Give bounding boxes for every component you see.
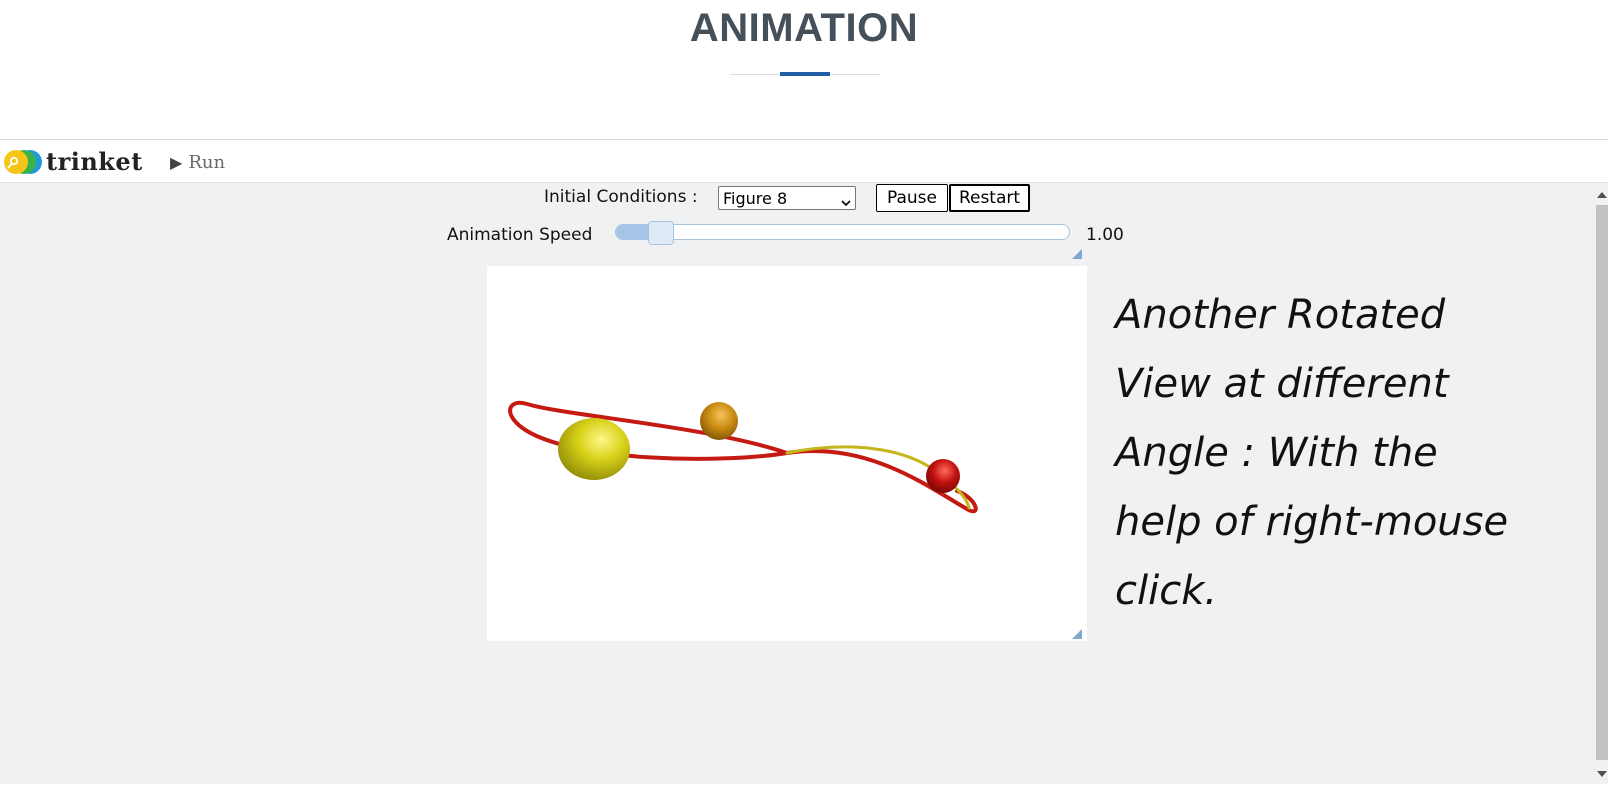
caption-line: click.: [1115, 568, 1218, 614]
run-label: Run: [188, 151, 226, 173]
controls-row: Initial Conditions : Figure 8 Pause Rest…: [0, 183, 1578, 213]
pause-button[interactable]: Pause: [876, 184, 948, 212]
slider-handle[interactable]: [648, 221, 675, 245]
caption-text: Another Rotated View at different Angle …: [1115, 281, 1585, 626]
trinket-output-area: Initial Conditions : Figure 8 Pause Rest…: [0, 183, 1578, 784]
animation-speed-value: 1.00: [1086, 225, 1124, 245]
animation-canvas[interactable]: [487, 266, 1087, 641]
page-title: ANIMATION: [689, 6, 919, 50]
caption-line: Angle : With the: [1115, 430, 1438, 476]
trinket-toolbar: trinket ▶ Run: [0, 140, 1608, 183]
trinket-logo-icon: [2, 149, 42, 175]
title-accent-bar: [780, 72, 830, 76]
chevron-down-icon: [841, 193, 851, 207]
medium-sphere: [700, 402, 738, 440]
resize-grip-icon[interactable]: [1072, 244, 1082, 259]
scroll-down-arrow-icon[interactable]: [1596, 766, 1608, 780]
trinket-logo-text: trinket: [46, 147, 143, 176]
animation-speed-label: Animation Speed: [447, 225, 593, 245]
orbit-scene: [508, 400, 978, 514]
page-header: ANIMATION: [0, 0, 1608, 140]
caption-line: View at different: [1115, 361, 1449, 407]
trinket-logo[interactable]: trinket: [2, 149, 143, 175]
scrollbar-thumb[interactable]: [1596, 205, 1608, 760]
restart-button[interactable]: Restart: [949, 184, 1030, 212]
resize-grip-icon[interactable]: [1072, 624, 1082, 639]
scroll-up-arrow-icon[interactable]: [1596, 187, 1608, 201]
run-button[interactable]: ▶ Run: [170, 151, 225, 173]
caption-line: help of right-mouse: [1115, 499, 1509, 545]
caption-line: Another Rotated: [1115, 292, 1446, 338]
initial-conditions-select[interactable]: Figure 8: [718, 186, 856, 210]
vertical-scrollbar[interactable]: [1578, 183, 1608, 784]
play-icon: ▶: [170, 152, 183, 172]
initial-conditions-value: Figure 8: [723, 188, 788, 208]
small-sphere: [926, 459, 960, 493]
initial-conditions-label: Initial Conditions :: [544, 187, 698, 207]
large-sphere: [558, 418, 630, 480]
animation-speed-slider[interactable]: [615, 221, 1070, 245]
